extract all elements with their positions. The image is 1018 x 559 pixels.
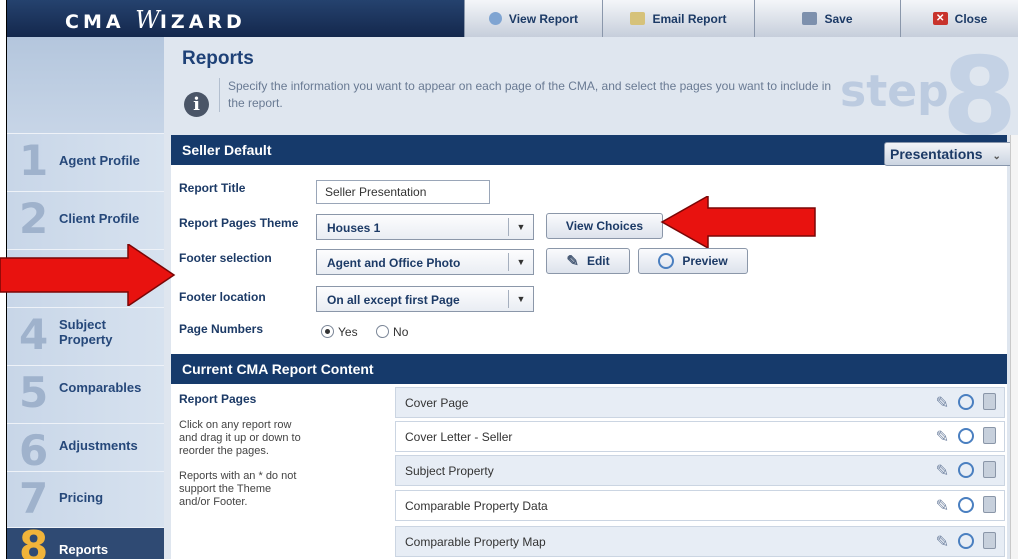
report-title-label: Report Title [179, 181, 246, 195]
report-title-input[interactable]: Seller Presentation [316, 180, 490, 204]
report-pages-label: Report Pages [179, 392, 257, 406]
magnifier-icon[interactable] [958, 533, 974, 549]
report-content-header: Current CMA Report Content [171, 354, 1007, 384]
nav-item-subject-property[interactable]: 4 Subject Property [7, 307, 164, 365]
dropdown-arrow-icon: ▼ [508, 253, 533, 271]
report-page-row[interactable]: Cover Page ✎ [395, 387, 1005, 418]
nav-item-agent-profile[interactable]: 1 Agent Profile [7, 133, 164, 191]
pencil-icon[interactable]: ✎ [936, 496, 949, 516]
magnifier-icon[interactable] [958, 497, 974, 513]
preview-footer-button[interactable]: Preview [638, 248, 748, 274]
nav-item-pricing[interactable]: 7 Pricing [7, 471, 164, 529]
presentations-dropdown[interactable]: Presentations ⌄ [884, 142, 1015, 166]
top-toolbar: CMA WIZARD View Report Email Report Save… [7, 0, 1018, 37]
trash-icon[interactable] [983, 461, 996, 478]
vertical-scrollbar[interactable] [1010, 135, 1018, 559]
footer-selection-label: Footer selection [179, 251, 272, 265]
report-page-row[interactable]: Comparable Property Map ✎ [395, 526, 1005, 557]
close-icon: ✕ [932, 12, 948, 25]
report-page-row[interactable]: Cover Letter - Seller ✎ [395, 421, 1005, 452]
chevron-down-icon: ⌄ [992, 151, 1001, 162]
step-label: step [840, 66, 949, 117]
floppy-disk-icon [802, 12, 818, 25]
page-title: Reports [182, 48, 254, 69]
email-report-button[interactable]: Email Report [602, 0, 754, 37]
trash-icon[interactable] [983, 496, 996, 513]
theme-label: Report Pages Theme [179, 216, 299, 230]
view-choices-button[interactable]: View Choices [546, 213, 663, 239]
nav-item-comparables[interactable]: 5 Comparables [7, 365, 164, 423]
annotation-arrow-left [0, 244, 176, 306]
app-logo: CMA WIZARD [65, 6, 246, 34]
report-page-row[interactable]: Subject Property ✎ [395, 455, 1005, 486]
page-numbers-no-radio[interactable] [376, 325, 390, 339]
magnifier-icon [488, 12, 502, 25]
footer-location-select[interactable]: On all except first Page ▼ [316, 286, 534, 312]
trash-icon[interactable] [983, 532, 996, 549]
page-numbers-yes-radio[interactable] [321, 325, 334, 339]
edit-footer-button[interactable]: ✎ Edit [546, 248, 630, 274]
theme-select[interactable]: Houses 1 ▼ [316, 214, 534, 240]
footer-select[interactable]: Agent and Office Photo ▼ [316, 249, 534, 275]
dropdown-arrow-icon: ▼ [508, 218, 533, 236]
trash-icon[interactable] [983, 393, 996, 410]
page-numbers-label: Page Numbers [179, 322, 264, 336]
email-icon [630, 12, 646, 25]
magnifier-icon [658, 253, 675, 269]
pencil-icon[interactable]: ✎ [936, 461, 949, 481]
magnifier-icon[interactable] [958, 462, 974, 478]
annotation-arrow-right [660, 196, 816, 248]
save-button[interactable]: Save [754, 0, 900, 37]
magnifier-icon[interactable] [958, 428, 974, 444]
footer-location-label: Footer location [179, 290, 266, 304]
info-icon: i [184, 92, 209, 117]
nav-item-client-profile[interactable]: 2 Client Profile [7, 191, 164, 249]
close-button[interactable]: ✕ Close [900, 0, 1018, 37]
pencil-icon[interactable]: ✎ [936, 393, 949, 413]
trash-icon[interactable] [983, 427, 996, 444]
pencil-icon[interactable]: ✎ [936, 427, 949, 447]
page-numbers-radio-group: Yes No [321, 323, 422, 341]
pencil-icon[interactable]: ✎ [936, 532, 949, 552]
seller-default-header: Seller Default Presentations ⌄ [171, 135, 1015, 166]
theme-support-note: Reports with an * do not support the The… [179, 470, 297, 508]
dropdown-arrow-icon: ▼ [508, 290, 533, 308]
report-settings-panel: Seller Default Presentations ⌄ Report Ti… [171, 135, 1015, 559]
nav-item-reports[interactable]: 8 Reports [7, 522, 164, 559]
magnifier-icon[interactable] [958, 394, 974, 410]
report-page-row[interactable]: Comparable Property Data ✎ [395, 490, 1005, 521]
view-report-button[interactable]: View Report [464, 0, 602, 37]
page-description: Specify the information you want to appe… [219, 78, 848, 112]
pencil-icon: ✎ [566, 253, 579, 270]
reorder-help-text: Click on any report row and drag it up o… [179, 419, 301, 457]
